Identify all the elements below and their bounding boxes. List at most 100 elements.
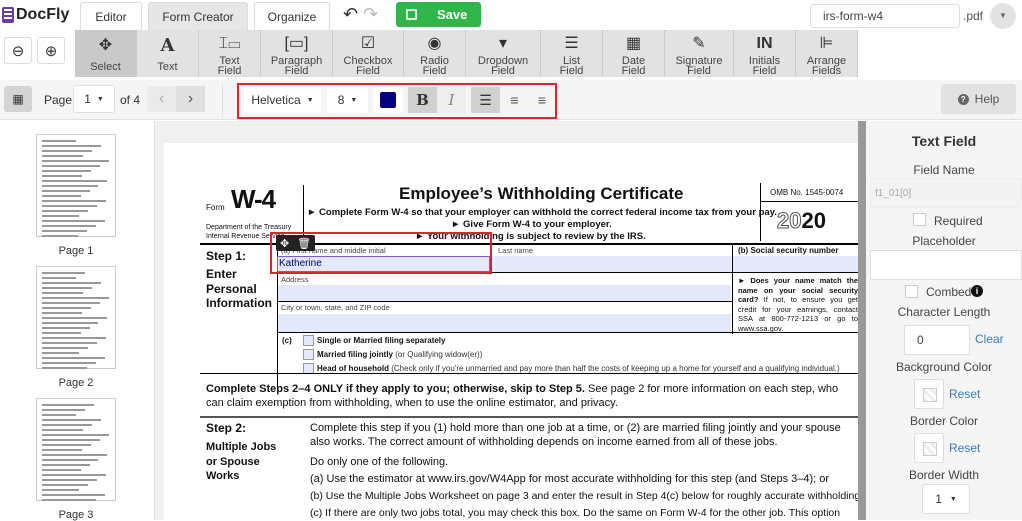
divider	[760, 201, 858, 202]
step2-heading: Step 2:	[206, 421, 247, 435]
align-left-button[interactable]: ☰	[471, 87, 500, 113]
field-handle-bar: ✥ 🗑	[276, 235, 315, 251]
move-icon[interactable]: ✥	[280, 237, 289, 250]
logo-text: DocFly	[16, 6, 70, 23]
zoom-in-icon: ⊕	[44, 42, 58, 60]
clear-link[interactable]: Clear	[975, 332, 1004, 346]
font-size-select[interactable]: 8 ▼	[327, 87, 368, 113]
align-left-icon: ☰	[479, 92, 492, 108]
zoom-out-button[interactable]: ⊖	[4, 37, 32, 64]
tool-label: Text	[157, 61, 178, 73]
page-thumbnail[interactable]	[36, 134, 116, 237]
paragraph-field-icon: [▭]	[284, 35, 309, 52]
required-checkbox[interactable]	[913, 213, 926, 226]
tool-dropdown-field[interactable]: ▾ Dropdown Field	[466, 30, 541, 77]
thumbnail-label: Page 3	[58, 509, 94, 521]
filing-status-checkbox[interactable]	[303, 349, 314, 360]
bold-button[interactable]: B	[408, 87, 437, 113]
placeholder-label: Placeholder	[912, 234, 976, 248]
arrange-icon: ⊫	[819, 35, 834, 52]
tool-list-field[interactable]: ☰ List Field	[541, 30, 603, 77]
help-button[interactable]: ? Help	[941, 84, 1016, 114]
filing-status-bold: Single or Married filing separately	[317, 336, 446, 345]
tool-label: Field	[621, 65, 646, 77]
align-center-button[interactable]: ≡	[500, 87, 529, 113]
filename-input[interactable]	[810, 4, 960, 28]
scrollbar-thumb[interactable]	[858, 121, 866, 520]
tool-select[interactable]: ✥ Select	[75, 30, 137, 77]
tool-signature-field[interactable]: ✎ Signature Field	[665, 30, 734, 77]
tool-initials-field[interactable]: IN Initials Field	[734, 30, 796, 77]
page-thumbnail[interactable]	[36, 398, 116, 501]
last-name-label: Last name	[498, 246, 534, 255]
tool-arrange-fields[interactable]: ⊫ Arrange Fields	[796, 30, 858, 77]
border-width-select[interactable]: 1 ▼	[922, 484, 970, 514]
file-menu-dropdown[interactable]: ▼	[990, 3, 1016, 29]
align-right-button[interactable]: ≡	[529, 87, 555, 113]
save-label: Save	[437, 7, 468, 22]
combed-label: Combed	[926, 285, 972, 299]
docfly-logo-icon	[2, 7, 14, 23]
filing-status-checkbox[interactable]	[303, 335, 314, 346]
italic-button[interactable]: I	[437, 87, 466, 113]
grid-icon: ▦	[12, 92, 24, 106]
page-thumbnail[interactable]	[36, 266, 116, 369]
tool-checkbox-field[interactable]: ☑ Checkbox Field	[333, 30, 404, 77]
ssn-field[interactable]	[733, 256, 858, 272]
font-family-select[interactable]: Helvetica ▼	[244, 87, 321, 113]
next-page-button[interactable]: ›	[176, 86, 205, 112]
tool-label: Select	[90, 61, 121, 73]
tab-form-creator[interactable]: Form Creator	[148, 2, 248, 30]
filing-status-note: (or Qualifying widow(er))	[393, 350, 483, 359]
info-icon[interactable]: i	[971, 285, 983, 297]
redo-icon[interactable]: ↷	[363, 4, 378, 25]
tool-radio-field[interactable]: ◉ Radio Field	[404, 30, 466, 77]
tool-text[interactable]: A Text	[137, 30, 199, 77]
scrollbar[interactable]	[858, 121, 866, 520]
page-select[interactable]: 1 ▼	[73, 85, 115, 113]
undo-icon[interactable]: ↶	[343, 4, 358, 25]
dropdown-icon: ▾	[498, 35, 508, 52]
trash-icon[interactable]: 🗑	[297, 237, 311, 250]
step2-paragraph: Do only one of the following.	[310, 456, 449, 468]
save-button[interactable]: Save	[396, 2, 481, 27]
chevron-down-icon: ▼	[350, 96, 358, 104]
page-count: of 4	[120, 93, 141, 107]
step1-subheading: Enter Personal Information	[206, 267, 272, 310]
text-color-button[interactable]	[373, 87, 403, 113]
reset-bg-link[interactable]: Reset	[949, 387, 980, 401]
tool-label: Field	[356, 65, 380, 77]
border-width-label: Border Width	[908, 468, 980, 482]
filing-status-note: (Check only if you're unmarried and pay …	[389, 364, 840, 373]
tax-year: 2020	[776, 208, 825, 234]
field-name-input[interactable]	[870, 178, 1022, 208]
thumbnails-toggle-button[interactable]: ▦	[4, 86, 32, 112]
bg-color-label: Background Color	[895, 360, 993, 374]
prev-page-button[interactable]: ‹	[147, 86, 176, 112]
tab-editor[interactable]: Editor	[80, 2, 142, 30]
tab-organize[interactable]: Organize	[254, 2, 330, 30]
tool-paragraph-field[interactable]: [▭] Paragraph Field	[261, 30, 333, 77]
tool-text-field[interactable]: ⌶▭ Text Field	[199, 30, 261, 77]
tool-date-field[interactable]: ▦ Date Field	[603, 30, 665, 77]
last-name-field[interactable]	[494, 256, 731, 272]
form-id: W-4	[231, 184, 276, 214]
thumbnail-label: Page 2	[58, 377, 94, 389]
combed-checkbox[interactable]	[905, 285, 918, 298]
panel-title: Text Field	[911, 133, 977, 149]
char-length-input[interactable]	[904, 325, 970, 355]
address-field[interactable]	[278, 285, 731, 301]
placeholder-input[interactable]	[870, 250, 1022, 280]
border-color-picker[interactable]	[914, 433, 944, 463]
logo: DocFly	[2, 6, 69, 24]
zoom-in-button[interactable]: ⊕	[37, 37, 65, 64]
step1-heading: Step 1:	[206, 249, 247, 263]
reset-border-link[interactable]: Reset	[949, 441, 980, 455]
tool-label: Field	[687, 65, 711, 77]
align-right-icon: ≡	[537, 92, 547, 108]
divider	[278, 301, 732, 302]
save-icon	[406, 9, 417, 20]
divider	[222, 84, 223, 116]
city-field[interactable]	[278, 314, 731, 332]
bg-color-picker[interactable]	[914, 379, 944, 409]
